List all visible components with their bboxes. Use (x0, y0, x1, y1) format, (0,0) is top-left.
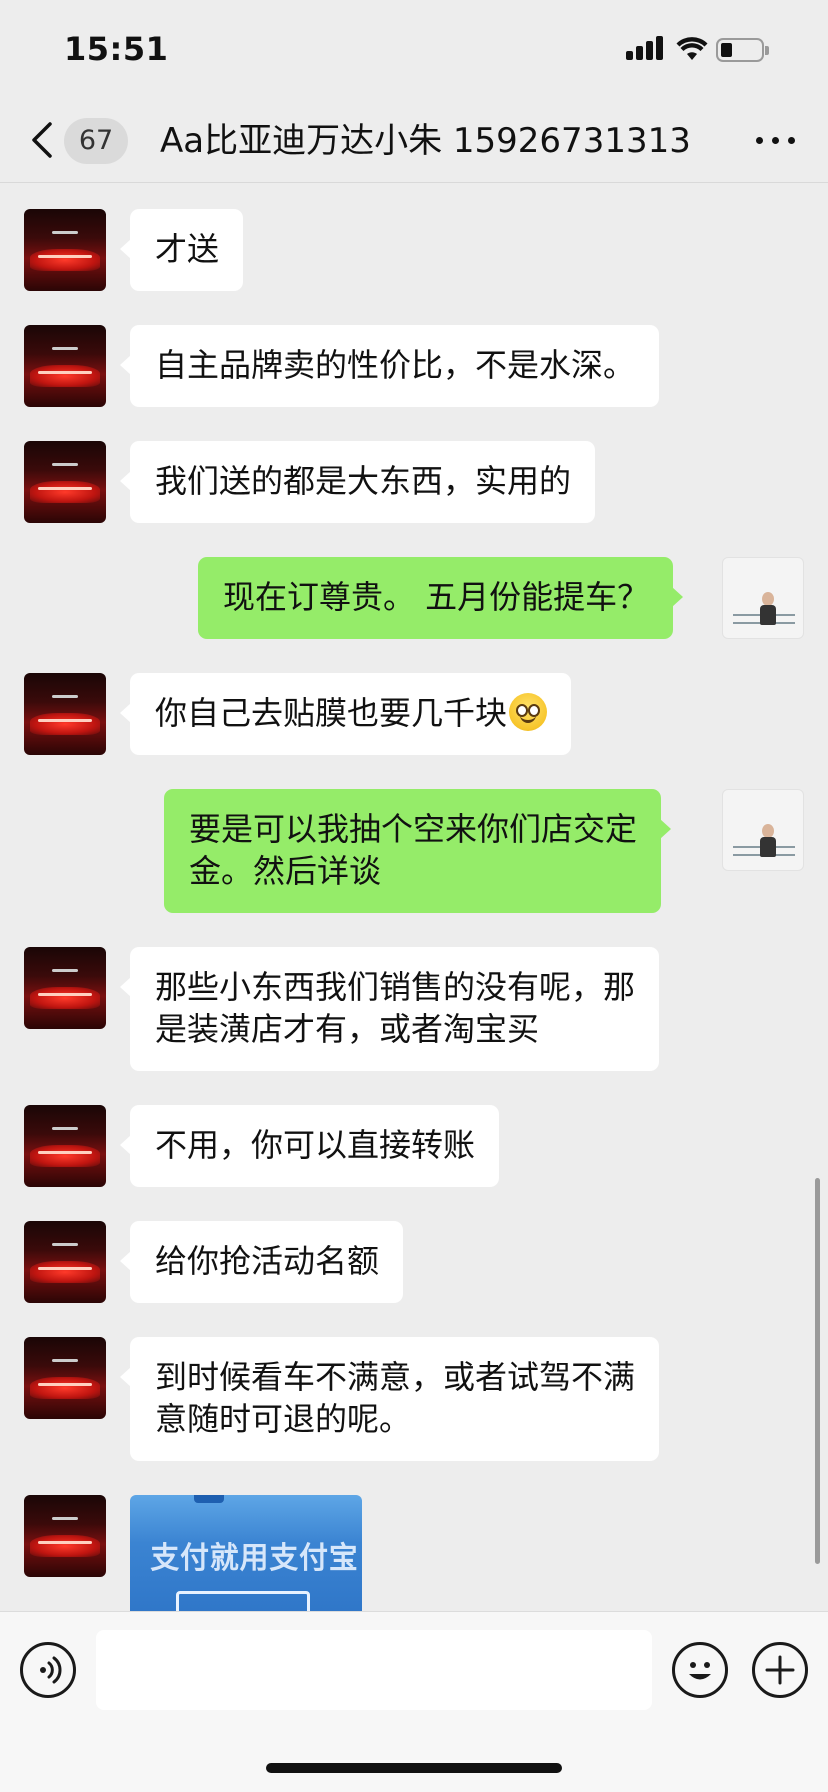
message-text: 你自己去贴膜也要几千块 (155, 694, 508, 732)
message-text: 给你抢活动名额 (155, 1242, 380, 1280)
message-input[interactable] (96, 1630, 652, 1710)
message-bubble[interactable]: 那些小东西我们销售的没有呢，那 是装潢店才有，或者淘宝买 (119, 947, 660, 1071)
message-bubble-sent[interactable]: 现在订尊贵。 五月份能提车？ (198, 557, 684, 639)
message-text-line: 金。然后详谈 (189, 852, 382, 890)
chevron-left-icon[interactable] (26, 118, 60, 162)
message-text: 自主品牌卖的性价比，不是水深。 (155, 346, 636, 384)
message-text: 现在订尊贵。 五月份能提车？ (223, 578, 650, 616)
message-text-line: 是装潢店才有，或者淘宝买 (155, 1010, 540, 1048)
battery-icon (716, 38, 769, 62)
message-text-line: 那些小东西我们销售的没有呢，那 (155, 968, 636, 1006)
image-message[interactable]: 支付就用支付宝 (130, 1495, 362, 1611)
chat-title: Aa比亚迪万达小朱 15926731313 (160, 121, 691, 161)
avatar[interactable] (24, 1105, 106, 1187)
message-text-line: 要是可以我抽个空来你们店交定 (189, 810, 638, 848)
message-bubble[interactable]: 不用，你可以直接转账 (119, 1105, 500, 1187)
message-bubble[interactable]: 你自己去贴膜也要几千块 (119, 673, 572, 755)
avatar-me[interactable] (722, 789, 804, 871)
voice-icon[interactable] (20, 1642, 76, 1698)
message-bubble-sent[interactable]: 要是可以我抽个空来你们店交定 金。然后详谈 (164, 789, 672, 913)
unread-count-badge[interactable]: 67 (64, 118, 128, 164)
message-list[interactable]: 才送 自主品牌卖的性价比，不是水深。 我们送的都是大东西，实用的 现在订尊贵。 … (0, 184, 828, 1611)
scrollbar[interactable] (815, 1178, 820, 1564)
avatar-me[interactable] (722, 557, 804, 639)
chat-header: 67 Aa比亚迪万达小朱 15926731313 (0, 100, 828, 183)
message-bubble[interactable]: 自主品牌卖的性价比，不是水深。 (119, 325, 660, 407)
message-text-line: 到时候看车不满意，或者试驾不满 (155, 1358, 636, 1396)
avatar[interactable] (24, 1337, 106, 1419)
avatar[interactable] (24, 209, 106, 291)
avatar[interactable] (24, 1495, 106, 1577)
avatar[interactable] (24, 325, 106, 407)
message-bubble[interactable]: 到时候看车不满意，或者试驾不满 意随时可退的呢。 (119, 1337, 660, 1461)
message-bubble[interactable]: 给你抢活动名额 (119, 1221, 404, 1303)
status-bar: 15:51 (0, 0, 828, 100)
signal-icon (626, 36, 666, 62)
more-dots-icon[interactable] (754, 128, 798, 152)
message-text: 不用，你可以直接转账 (155, 1126, 476, 1164)
avatar[interactable] (24, 1221, 106, 1303)
message-text-line: 意随时可退的呢。 (155, 1400, 412, 1438)
message-bubble[interactable]: 才送 (119, 209, 244, 291)
status-time: 15:51 (64, 30, 169, 68)
avatar[interactable] (24, 441, 106, 523)
home-indicator[interactable] (266, 1763, 562, 1773)
plus-icon[interactable] (752, 1642, 808, 1698)
message-text: 我们送的都是大东西，实用的 (155, 462, 572, 500)
wifi-icon (676, 37, 708, 60)
image-message-text: 支付就用支付宝 (150, 1541, 359, 1576)
smile-emoji-icon (509, 693, 548, 731)
emoji-icon[interactable] (672, 1642, 728, 1698)
avatar[interactable] (24, 673, 106, 755)
message-bubble[interactable]: 我们送的都是大东西，实用的 (119, 441, 596, 523)
avatar[interactable] (24, 947, 106, 1029)
message-text: 才送 (155, 230, 220, 268)
